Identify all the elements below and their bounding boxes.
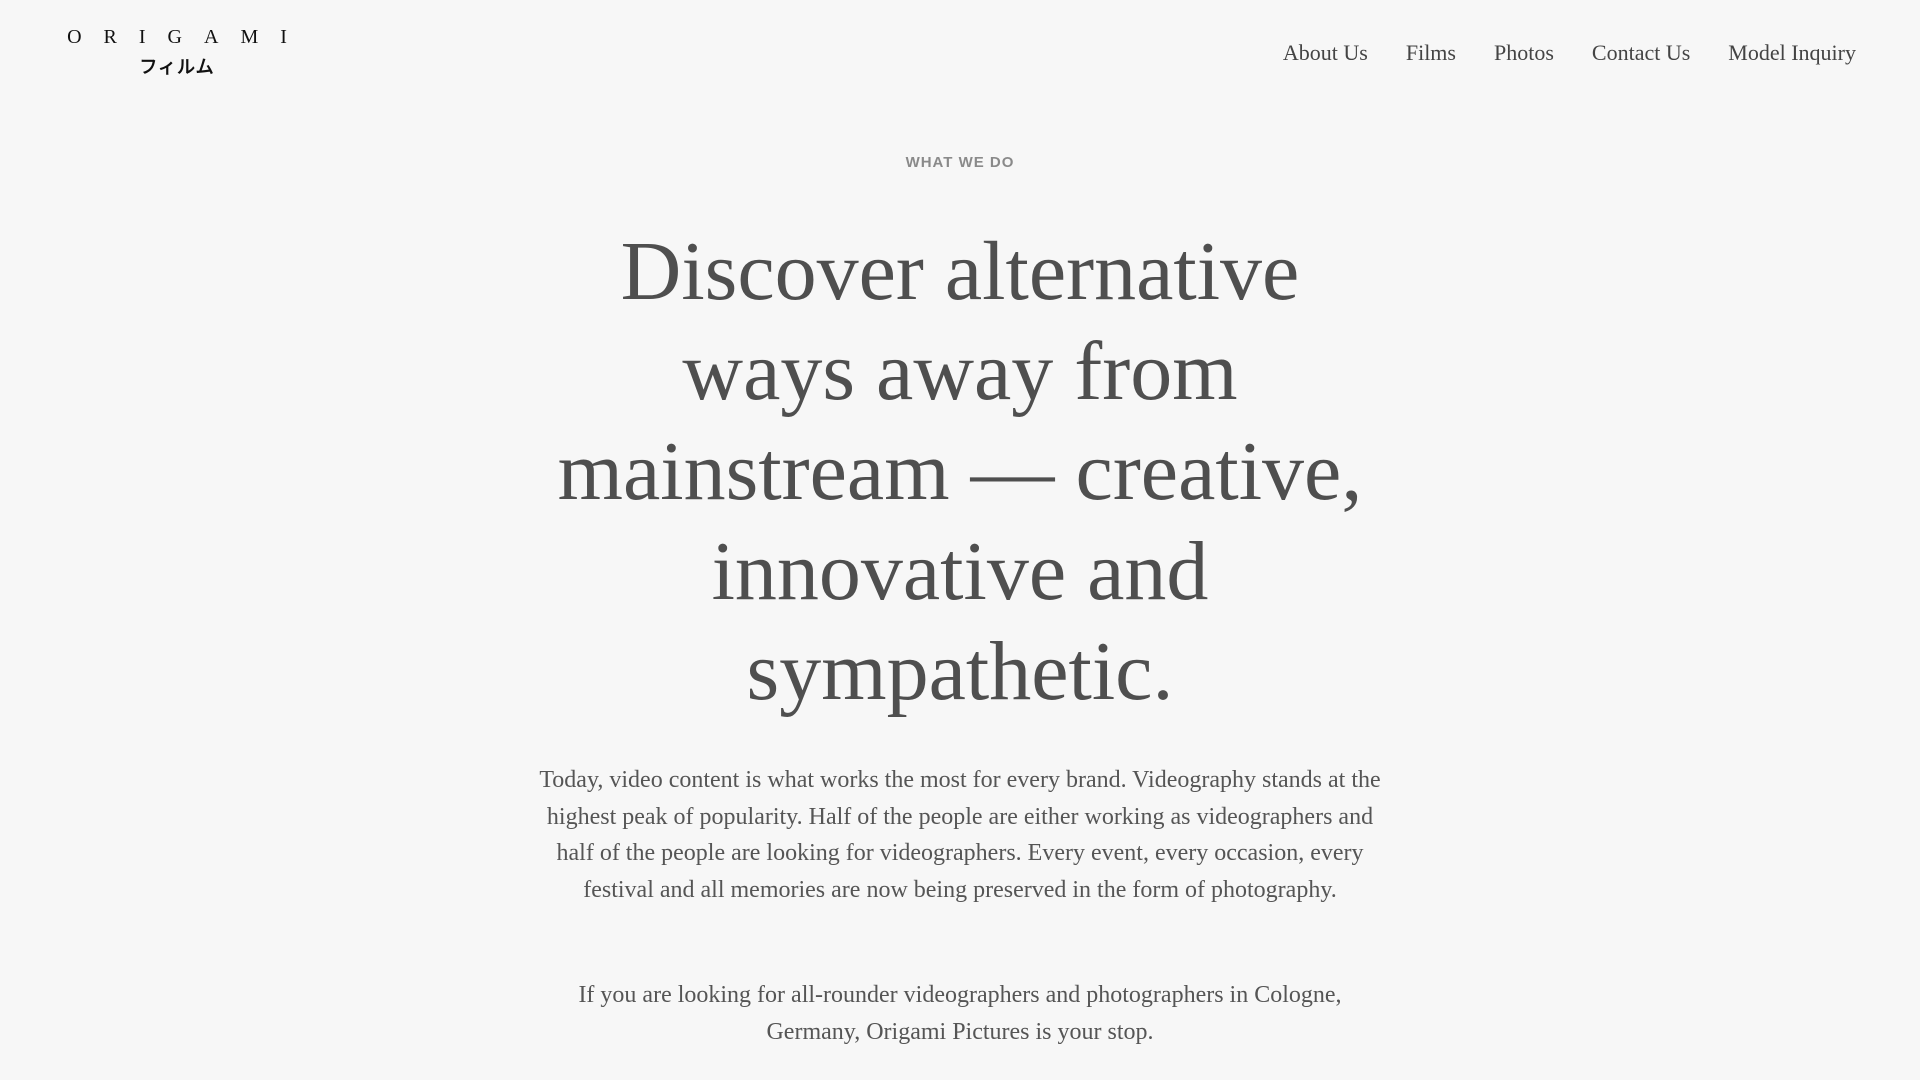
cta-paragraph: If you are looking for all-rounder video…	[578, 982, 1342, 1045]
main-nav: About Us Films Photos Contact Us Model I…	[1283, 40, 1856, 66]
logo[interactable]: ORIGAMI フィルム	[62, 26, 292, 79]
site-header: ORIGAMI フィルム About Us Films Photos Conta…	[0, 0, 1920, 110]
page: ORIGAMI フィルム About Us Films Photos Conta…	[0, 0, 1920, 1080]
nav-films[interactable]: Films	[1406, 40, 1456, 66]
nav-model-inquiry[interactable]: Model Inquiry	[1728, 40, 1856, 66]
nav-photos[interactable]: Photos	[1494, 40, 1554, 66]
logo-wordmark: ORIGAMI	[67, 26, 309, 48]
nav-about-us[interactable]: About Us	[1283, 40, 1368, 66]
intro-paragraph: Today, video content is what works the m…	[539, 767, 1381, 903]
section-eyebrow: WHAT WE DO	[905, 154, 1015, 171]
nav-contact-us[interactable]: Contact Us	[1592, 40, 1690, 66]
logo-subtitle: フィルム	[139, 57, 215, 78]
section-headline: Discover alternative ways away from main…	[557, 225, 1363, 718]
